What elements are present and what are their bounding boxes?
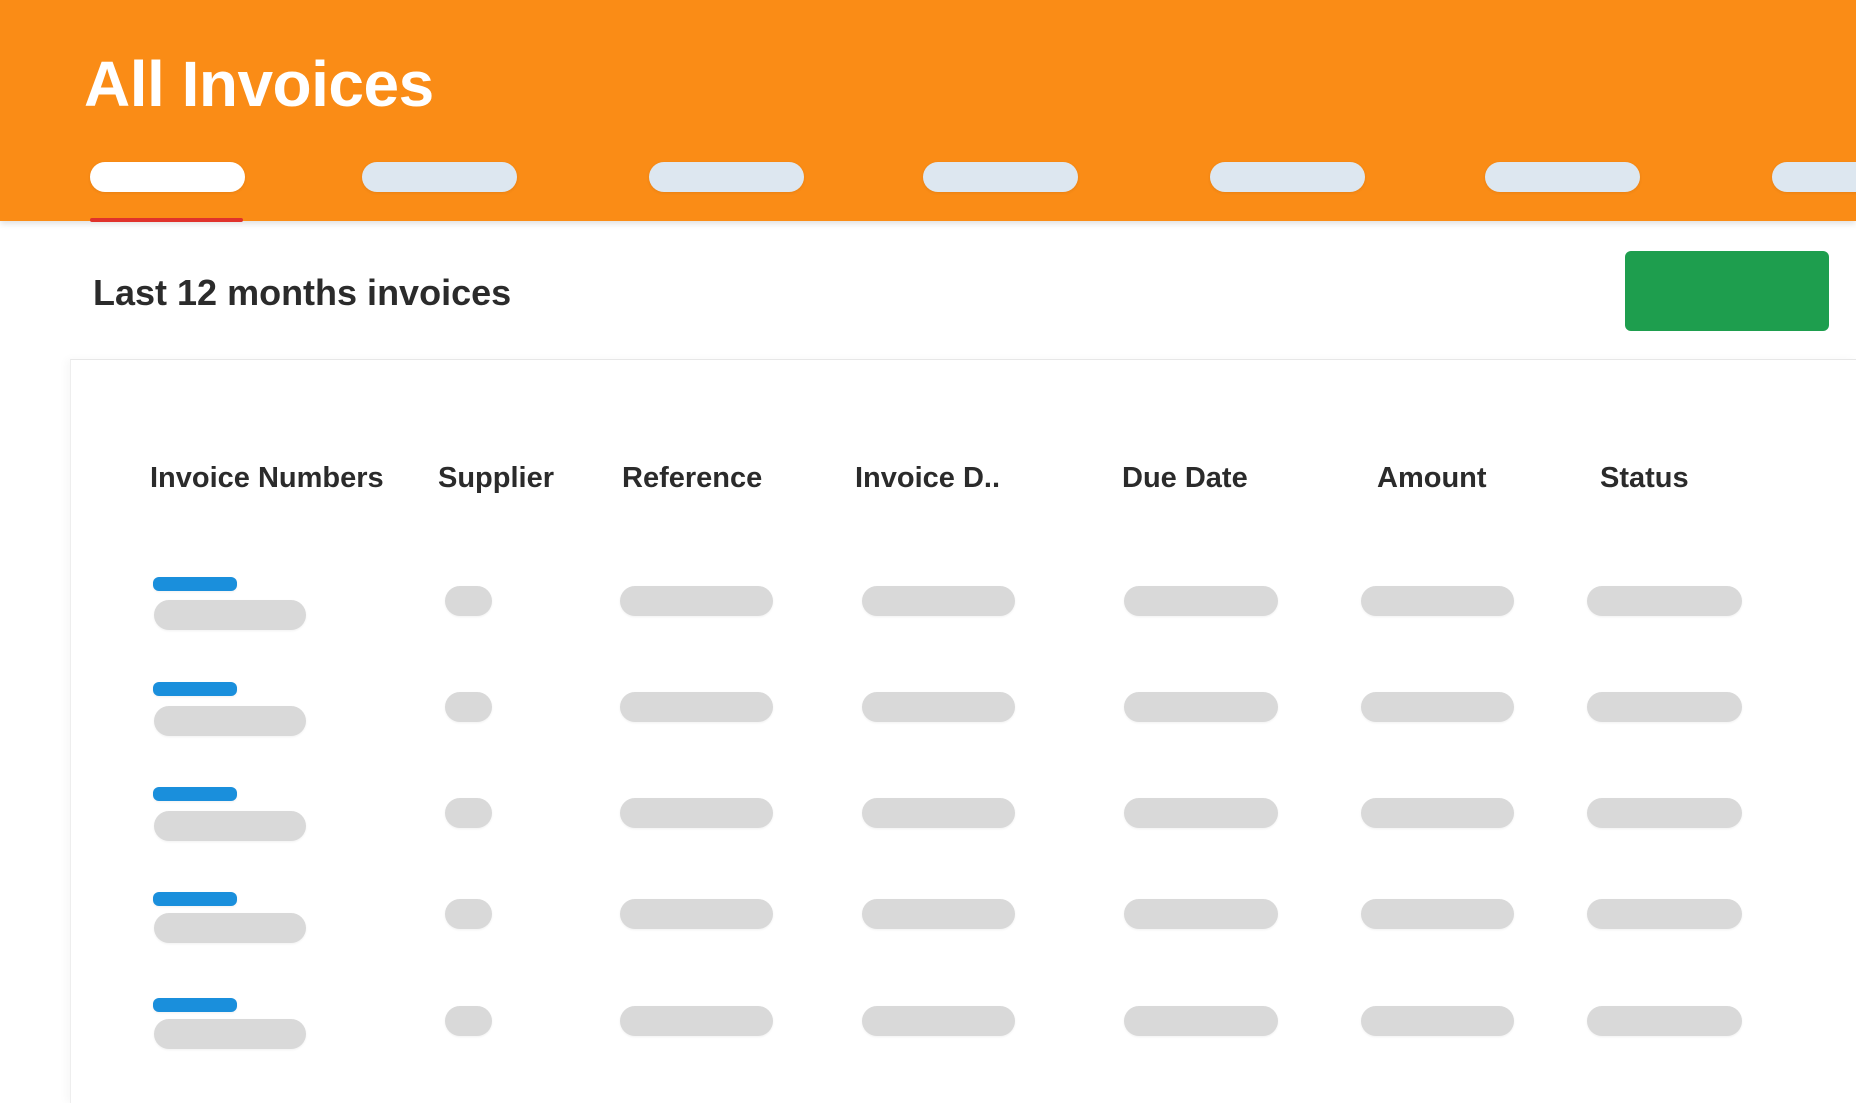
column-header-invoice-numbers[interactable]: Invoice Numbers <box>150 460 384 496</box>
invoice-date-placeholder <box>862 1006 1015 1036</box>
invoice-number-link[interactable] <box>153 998 237 1012</box>
amount-placeholder <box>1361 899 1514 929</box>
column-header-amount[interactable]: Amount <box>1377 460 1487 496</box>
tab-7[interactable] <box>1772 162 1856 192</box>
reference-placeholder <box>620 692 773 722</box>
invoice-date-placeholder <box>862 899 1015 929</box>
status-placeholder <box>1587 692 1742 722</box>
reference-placeholder <box>620 899 773 929</box>
reference-placeholder <box>620 1006 773 1036</box>
primary-action-button[interactable] <box>1625 251 1829 331</box>
invoice-number-link[interactable] <box>153 787 237 801</box>
supplier-placeholder <box>445 899 492 929</box>
invoice-number-placeholder <box>154 811 306 841</box>
invoice-number-link[interactable] <box>153 577 237 591</box>
reference-placeholder <box>620 798 773 828</box>
column-header-due-date[interactable]: Due Date <box>1122 460 1248 496</box>
invoice-date-placeholder <box>862 798 1015 828</box>
due-date-placeholder <box>1124 1006 1278 1036</box>
tab-5[interactable] <box>1210 162 1365 192</box>
reference-placeholder <box>620 586 773 616</box>
due-date-placeholder <box>1124 692 1278 722</box>
status-placeholder <box>1587 899 1742 929</box>
invoice-number-placeholder <box>154 706 306 736</box>
invoice-number-placeholder <box>154 600 306 630</box>
status-placeholder <box>1587 586 1742 616</box>
column-header-status[interactable]: Status <box>1600 460 1689 496</box>
column-header-reference[interactable]: Reference <box>622 460 762 496</box>
tab-3[interactable] <box>649 162 804 192</box>
due-date-placeholder <box>1124 798 1278 828</box>
amount-placeholder <box>1361 692 1514 722</box>
tab-2[interactable] <box>362 162 517 192</box>
invoice-date-placeholder <box>862 586 1015 616</box>
supplier-placeholder <box>445 586 492 616</box>
status-placeholder <box>1587 1006 1742 1036</box>
invoice-number-placeholder <box>154 913 306 943</box>
supplier-placeholder <box>445 692 492 722</box>
supplier-placeholder <box>445 1006 492 1036</box>
invoice-number-placeholder <box>154 1019 306 1049</box>
column-header-supplier[interactable]: Supplier <box>438 460 554 496</box>
active-tab-indicator <box>90 218 243 222</box>
due-date-placeholder <box>1124 899 1278 929</box>
column-header-invoice-date[interactable]: Invoice D.. <box>855 460 1000 496</box>
tab-1-active[interactable] <box>90 162 245 192</box>
invoice-number-link[interactable] <box>153 682 237 696</box>
amount-placeholder <box>1361 586 1514 616</box>
tab-6[interactable] <box>1485 162 1640 192</box>
invoice-date-placeholder <box>862 692 1015 722</box>
amount-placeholder <box>1361 798 1514 828</box>
invoice-number-link[interactable] <box>153 892 237 906</box>
app-header: All Invoices <box>0 0 1856 222</box>
tab-4[interactable] <box>923 162 1078 192</box>
section-title: Last 12 months invoices <box>93 272 512 313</box>
status-placeholder <box>1587 798 1742 828</box>
page-title: All Invoices <box>84 48 434 120</box>
due-date-placeholder <box>1124 586 1278 616</box>
supplier-placeholder <box>445 798 492 828</box>
amount-placeholder <box>1361 1006 1514 1036</box>
